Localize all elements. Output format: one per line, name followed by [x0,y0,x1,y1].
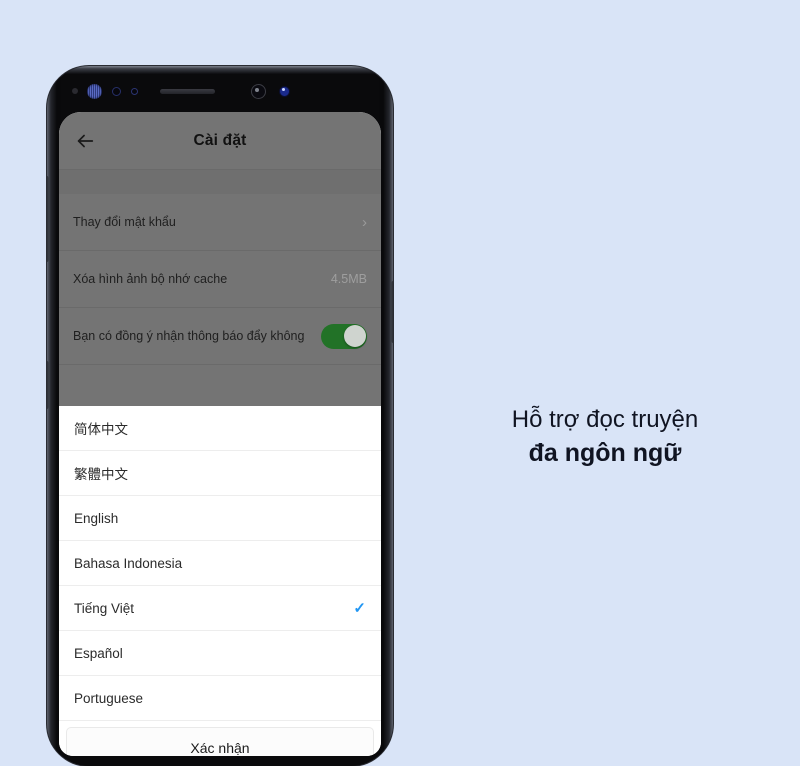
light-sensor-icon [112,86,121,96]
phone-screen: Cài đặt Thay đổi mật khẩu › Xóa hình ảnh… [59,112,381,756]
language-option-bahasa-indonesia[interactable]: Bahasa Indonesia [59,541,381,586]
confirm-button[interactable]: Xác nhận [66,727,374,756]
language-option-simplified-chinese[interactable]: 简体中文 [59,406,381,451]
language-option-tieng-viet[interactable]: Tiếng Việt ✓ [59,586,381,631]
list-item-label: Tiếng Việt [74,600,135,616]
caption-line-1: Hỗ trợ đọc truyện [511,406,699,433]
confirm-button-container: Xác nhận [59,721,381,756]
setting-label: Thay đổi mật khẩu [73,215,176,229]
list-item-label: English [74,510,119,526]
language-option-espanol[interactable]: Español [59,631,381,676]
setting-label: Xóa hình ảnh bộ nhớ cache [73,272,228,286]
chevron-right-icon: › [362,213,367,231]
settings-top-spacer [59,170,381,194]
status-led-icon [279,85,290,97]
settings-page: Cài đặt Thay đổi mật khẩu › Xóa hình ảnh… [59,112,381,406]
language-selection-sheet: 简体中文 繁體中文 English Bahasa Indonesia Tiếng… [59,406,381,756]
back-arrow-icon[interactable] [73,129,97,153]
cache-size-value: 4.5MB [330,272,367,286]
toggle-knob [343,325,366,347]
page-title: Cài đặt [193,131,247,149]
volume-button[interactable] [47,176,49,262]
language-option-traditional-chinese[interactable]: 繁體中文 [59,451,381,496]
phone-bezel-right [379,66,393,766]
bixby-button[interactable] [47,361,49,409]
promo-caption: Hỗ trợ đọc truyện đa ngôn ngữ [440,404,770,470]
setting-row-push-notifications[interactable]: Bạn có đồng ý nhận thông báo đẩy không [59,308,381,365]
setting-label: Bạn có đồng ý nhận thông báo đẩy không [73,329,305,343]
ir-sensor-icon [131,87,138,95]
earpiece-speaker-icon [160,88,215,94]
list-item-label: Portuguese [74,690,144,706]
list-item-label: Bahasa Indonesia [74,555,183,571]
app-bar: Cài đặt [59,112,381,170]
list-item-label: Español [74,645,123,661]
front-camera-icon [251,83,266,99]
power-button[interactable] [391,281,393,343]
caption-line-2: đa ngôn ngữ [528,439,682,467]
setting-row-clear-cache[interactable]: Xóa hình ảnh bộ nhớ cache 4.5MB [59,251,381,308]
iris-scanner-icon [87,83,102,99]
proximity-sensor-icon [72,88,78,94]
check-icon: ✓ [353,599,366,617]
list-item-label: 简体中文 [74,422,128,437]
push-notification-toggle[interactable] [321,323,367,349]
setting-row-change-password[interactable]: Thay đổi mật khẩu › [59,194,381,251]
list-item-label: 繁體中文 [74,467,128,482]
language-option-portuguese[interactable]: Portuguese [59,676,381,721]
phone-mockup: Cài đặt Thay đổi mật khẩu › Xóa hình ảnh… [47,66,393,766]
phone-notch [59,70,381,112]
language-option-english[interactable]: English [59,496,381,541]
